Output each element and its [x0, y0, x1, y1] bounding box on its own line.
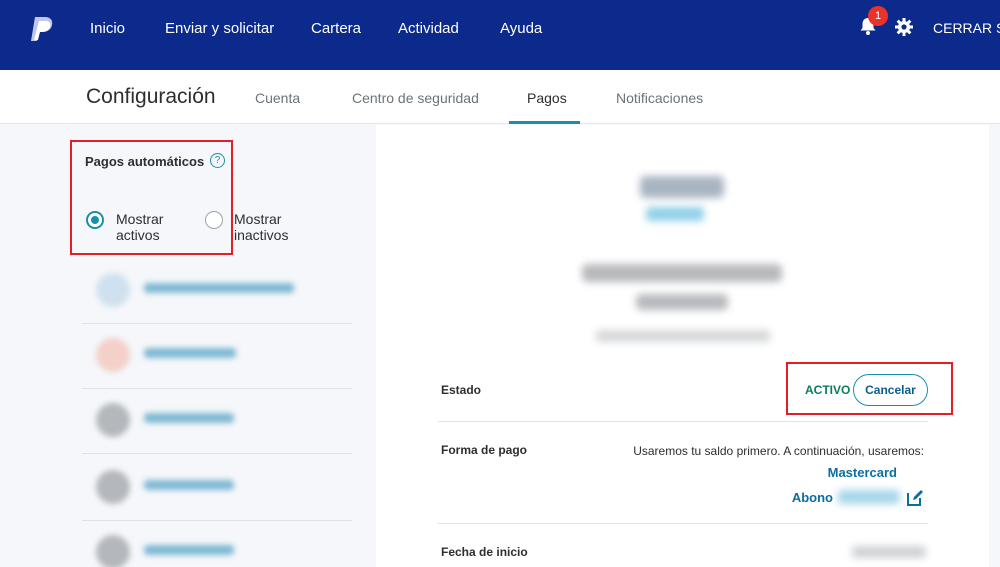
radio-show-active-label[interactable]: Mostrar activos: [116, 211, 186, 243]
merchant-avatar: [96, 338, 130, 372]
merchant-name-redacted: [144, 348, 236, 358]
gear-icon[interactable]: [894, 17, 914, 37]
list-item[interactable]: [82, 521, 352, 567]
merchant-link-redacted: [646, 207, 704, 221]
divider: [438, 523, 928, 524]
agreement-info-redacted: [636, 294, 728, 310]
list-item[interactable]: [82, 324, 352, 389]
cancel-button[interactable]: Cancelar: [853, 374, 928, 406]
nav-item-ayuda[interactable]: Ayuda: [500, 20, 542, 38]
logout-link[interactable]: CERRAR SE: [933, 20, 1000, 36]
start-date-redacted: [852, 546, 926, 558]
card-name: Mastercard: [827, 465, 897, 480]
merchant-name-redacted: [144, 413, 234, 423]
radio-show-inactive[interactable]: [205, 211, 223, 229]
radio-show-active[interactable]: [86, 211, 104, 229]
merchant-name-redacted: [144, 480, 234, 490]
radio-show-inactive-label[interactable]: Mostrar inactivos: [234, 211, 304, 243]
merchant-name-redacted: [144, 545, 234, 555]
notification-badge: 1: [868, 6, 888, 26]
active-tab-indicator: [509, 121, 580, 124]
bank-account-redacted: [838, 490, 900, 504]
tab-cuenta[interactable]: Cuenta: [255, 90, 300, 106]
top-navigation-bar: Inicio Enviar y solicitar Cartera Activi…: [0, 0, 1000, 70]
settings-header: Configuración Cuenta Centro de seguridad…: [0, 70, 1000, 124]
tab-centro-de-seguridad[interactable]: Centro de seguridad: [352, 90, 479, 106]
merchant-avatar: [96, 403, 130, 437]
merchant-avatar: [96, 470, 130, 504]
merchant-avatar: [96, 273, 130, 307]
edit-icon[interactable]: [905, 488, 925, 508]
page-title: Configuración: [86, 85, 216, 108]
agreement-info-redacted: [582, 264, 782, 282]
status-label: Estado: [441, 383, 482, 397]
merchant-avatar: [96, 535, 130, 567]
merchant-name-redacted: [144, 283, 294, 293]
list-item[interactable]: [82, 389, 352, 454]
nav-item-actividad[interactable]: Actividad: [398, 20, 459, 38]
paypal-logo-icon[interactable]: [30, 15, 56, 43]
nav-item-cartera[interactable]: Cartera: [311, 20, 361, 38]
merchant-title-redacted: [640, 176, 724, 198]
tab-pagos[interactable]: Pagos: [527, 90, 567, 106]
start-date-label: Fecha de inicio: [441, 545, 528, 559]
nav-item-inicio[interactable]: Inicio: [90, 20, 125, 38]
divider: [438, 421, 928, 422]
section-title: Pagos automáticos: [85, 154, 205, 169]
agreement-subtext-redacted: [596, 330, 770, 342]
nav-item-enviar-y-solicitar[interactable]: Enviar y solicitar: [165, 20, 274, 38]
list-item[interactable]: [82, 259, 352, 324]
tab-notificaciones[interactable]: Notificaciones: [616, 90, 703, 106]
payment-method-label: Forma de pago: [441, 443, 528, 457]
bank-label: Abono: [791, 490, 833, 505]
status-badge: ACTIVO: [805, 383, 851, 397]
list-item[interactable]: [82, 456, 352, 521]
payment-method-note: Usaremos tu saldo primero. A continuació…: [633, 444, 924, 458]
help-icon[interactable]: ?: [210, 153, 225, 168]
